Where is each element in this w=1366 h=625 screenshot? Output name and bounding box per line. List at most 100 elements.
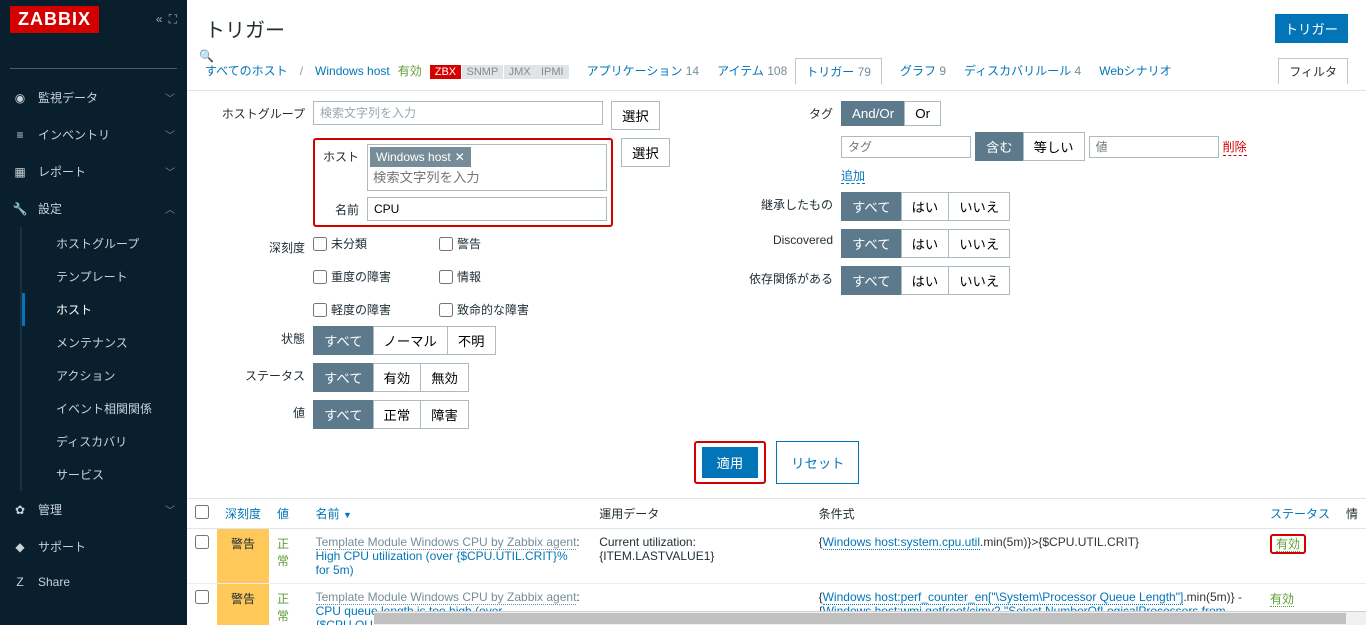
tag-name-input[interactable] xyxy=(841,136,971,158)
status-link[interactable]: 有効 xyxy=(1276,537,1300,552)
tag-andor[interactable]: And/Or xyxy=(841,101,905,126)
hostgroup-input[interactable] xyxy=(313,101,603,125)
nav-share[interactable]: Z Share xyxy=(0,565,187,599)
host-input[interactable] xyxy=(370,167,604,188)
value-problem[interactable]: 障害 xyxy=(420,400,469,429)
remove-host-icon[interactable]: ✕ xyxy=(455,150,465,164)
create-trigger-button[interactable]: トリガー xyxy=(1275,14,1348,43)
state-all[interactable]: すべて xyxy=(313,326,374,355)
chk-disaster[interactable]: 致命的な障害 xyxy=(439,301,549,318)
chk-info[interactable]: 情報 xyxy=(439,268,549,285)
host-chip-label: Windows host xyxy=(376,150,451,164)
sidebar-item-maintenance[interactable]: メンテナンス xyxy=(22,326,187,359)
sidebar-toggle[interactable]: « ⛶ xyxy=(156,12,177,27)
host-select-button[interactable]: 選択 xyxy=(621,138,670,167)
col-name[interactable]: 名前 ▼ xyxy=(308,499,592,529)
template-link[interactable]: Template Module Windows CPU by Zabbix ag… xyxy=(316,535,577,550)
chk-warning[interactable]: 警告 xyxy=(439,235,549,252)
inherited-all[interactable]: すべて xyxy=(841,192,902,221)
scrollbar-thumb[interactable] xyxy=(374,613,1346,624)
label-discovered: Discovered xyxy=(733,229,833,247)
sidebar-item-services[interactable]: サービス xyxy=(22,458,187,491)
status-link[interactable]: 有効 xyxy=(1270,592,1294,607)
tag-equals[interactable]: 等しい xyxy=(1023,132,1085,161)
tab-graphs[interactable]: グラフ 9 xyxy=(900,62,946,79)
tab-items[interactable]: アイテム 108 xyxy=(717,62,787,79)
state-normal[interactable]: ノーマル xyxy=(373,326,448,355)
eye-icon: ◉ xyxy=(12,91,28,105)
chk-average[interactable]: 軽度の障害 xyxy=(313,301,423,318)
tab-discovery[interactable]: ディスカバリルール 4 xyxy=(964,62,1081,79)
template-link[interactable]: Template Module Windows CPU by Zabbix ag… xyxy=(316,590,577,605)
depends-yes[interactable]: はい xyxy=(901,266,950,295)
depends-no[interactable]: いいえ xyxy=(948,266,1010,295)
nav-label: Share xyxy=(38,575,70,589)
sidebar-item-templates[interactable]: テンプレート xyxy=(22,260,187,293)
col-severity[interactable]: 深刻度 xyxy=(217,499,269,529)
status-disabled[interactable]: 無効 xyxy=(420,363,469,392)
name-input[interactable] xyxy=(367,197,607,221)
value-cell: 正常 xyxy=(269,529,308,584)
status-cell: 有効 xyxy=(1262,529,1338,584)
select-all-checkbox[interactable] xyxy=(195,505,209,519)
tab-applications[interactable]: アプリケーション 14 xyxy=(587,62,699,79)
row-checkbox[interactable] xyxy=(195,535,209,549)
nav-administration[interactable]: ✿ 管理 ﹀ xyxy=(0,491,187,528)
nav-label: インベントリ xyxy=(38,126,110,143)
chart-icon: ▦ xyxy=(12,165,28,179)
value-all[interactable]: すべて xyxy=(313,400,374,429)
inherited-no[interactable]: いいえ xyxy=(948,192,1010,221)
reset-button[interactable]: リセット xyxy=(776,441,859,484)
sidebar-item-hosts[interactable]: ホスト xyxy=(22,293,187,326)
hostgroup-select-button[interactable]: 選択 xyxy=(611,101,660,130)
nav-configuration[interactable]: 🔧 設定 ︿ xyxy=(0,190,187,227)
sidebar-search[interactable]: 🔍 xyxy=(10,45,177,69)
expr-function-link[interactable]: Windows host:system.cpu.util xyxy=(823,535,980,550)
tag-value-input[interactable] xyxy=(1089,136,1219,158)
nav-reports[interactable]: ▦ レポート ﹀ xyxy=(0,153,187,190)
depends-all[interactable]: すべて xyxy=(841,266,902,295)
chk-notclassified[interactable]: 未分類 xyxy=(313,235,423,252)
tab-filter[interactable]: フィルタ xyxy=(1278,58,1348,84)
status-all[interactable]: すべて xyxy=(313,363,374,392)
nav-label: 設定 xyxy=(38,200,62,217)
discovered-all[interactable]: すべて xyxy=(841,229,902,258)
label-status: ステータス xyxy=(205,363,305,384)
tab-triggers[interactable]: トリガー 79 xyxy=(795,58,882,85)
nav-inventory[interactable]: ≡ インベントリ ﹀ xyxy=(0,116,187,153)
nav-monitoring[interactable]: ◉ 監視データ ﹀ xyxy=(0,79,187,116)
discovered-yes[interactable]: はい xyxy=(901,229,950,258)
sidebar-item-discovery[interactable]: ディスカバリ xyxy=(22,425,187,458)
crumb-all-hosts[interactable]: すべてのホスト xyxy=(205,62,288,79)
severity-checks: 未分類 警告 重度の障害 情報 軽度の障害 致命的な障害 xyxy=(313,235,673,318)
sidebar-item-hostgroups[interactable]: ホストグループ xyxy=(22,227,187,260)
trigger-link[interactable]: High CPU utilization (over {$CPU.UTIL.CR… xyxy=(316,549,568,577)
apply-button[interactable]: 適用 xyxy=(702,447,759,478)
tab-web[interactable]: Webシナリオ xyxy=(1099,62,1171,79)
col-status[interactable]: ステータス xyxy=(1262,499,1338,529)
col-value[interactable]: 値 xyxy=(269,499,308,529)
inherited-yes[interactable]: はい xyxy=(901,192,950,221)
chk-high[interactable]: 重度の障害 xyxy=(313,268,423,285)
row-checkbox[interactable] xyxy=(195,590,209,604)
value-ok[interactable]: 正常 xyxy=(373,400,422,429)
nav-support[interactable]: ◆ サポート xyxy=(0,528,187,565)
tag-delete-link[interactable]: 削除 xyxy=(1223,138,1247,156)
main-content: トリガー トリガー すべてのホスト / Windows host 有効 ZBX … xyxy=(187,0,1366,625)
sidebar-item-actions[interactable]: アクション xyxy=(22,359,187,392)
tag-contains[interactable]: 含む xyxy=(975,132,1024,161)
search-input[interactable] xyxy=(10,45,195,68)
status-enabled[interactable]: 有効 xyxy=(373,363,422,392)
sidebar-item-correlation[interactable]: イベント相関関係 xyxy=(22,392,187,425)
nav-label: 管理 xyxy=(38,501,62,518)
tag-add-link[interactable]: 追加 xyxy=(841,169,865,184)
tag-or[interactable]: Or xyxy=(904,101,941,126)
list-icon: ≡ xyxy=(12,128,28,142)
label-host: ホスト xyxy=(319,144,359,165)
expand-icon: ⛶ xyxy=(169,12,177,27)
badge-snmp: SNMP xyxy=(462,65,504,79)
horizontal-scrollbar[interactable] xyxy=(374,611,1366,625)
state-unknown[interactable]: 不明 xyxy=(447,326,496,355)
discovered-no[interactable]: いいえ xyxy=(948,229,1010,258)
crumb-host[interactable]: Windows host xyxy=(315,64,390,78)
